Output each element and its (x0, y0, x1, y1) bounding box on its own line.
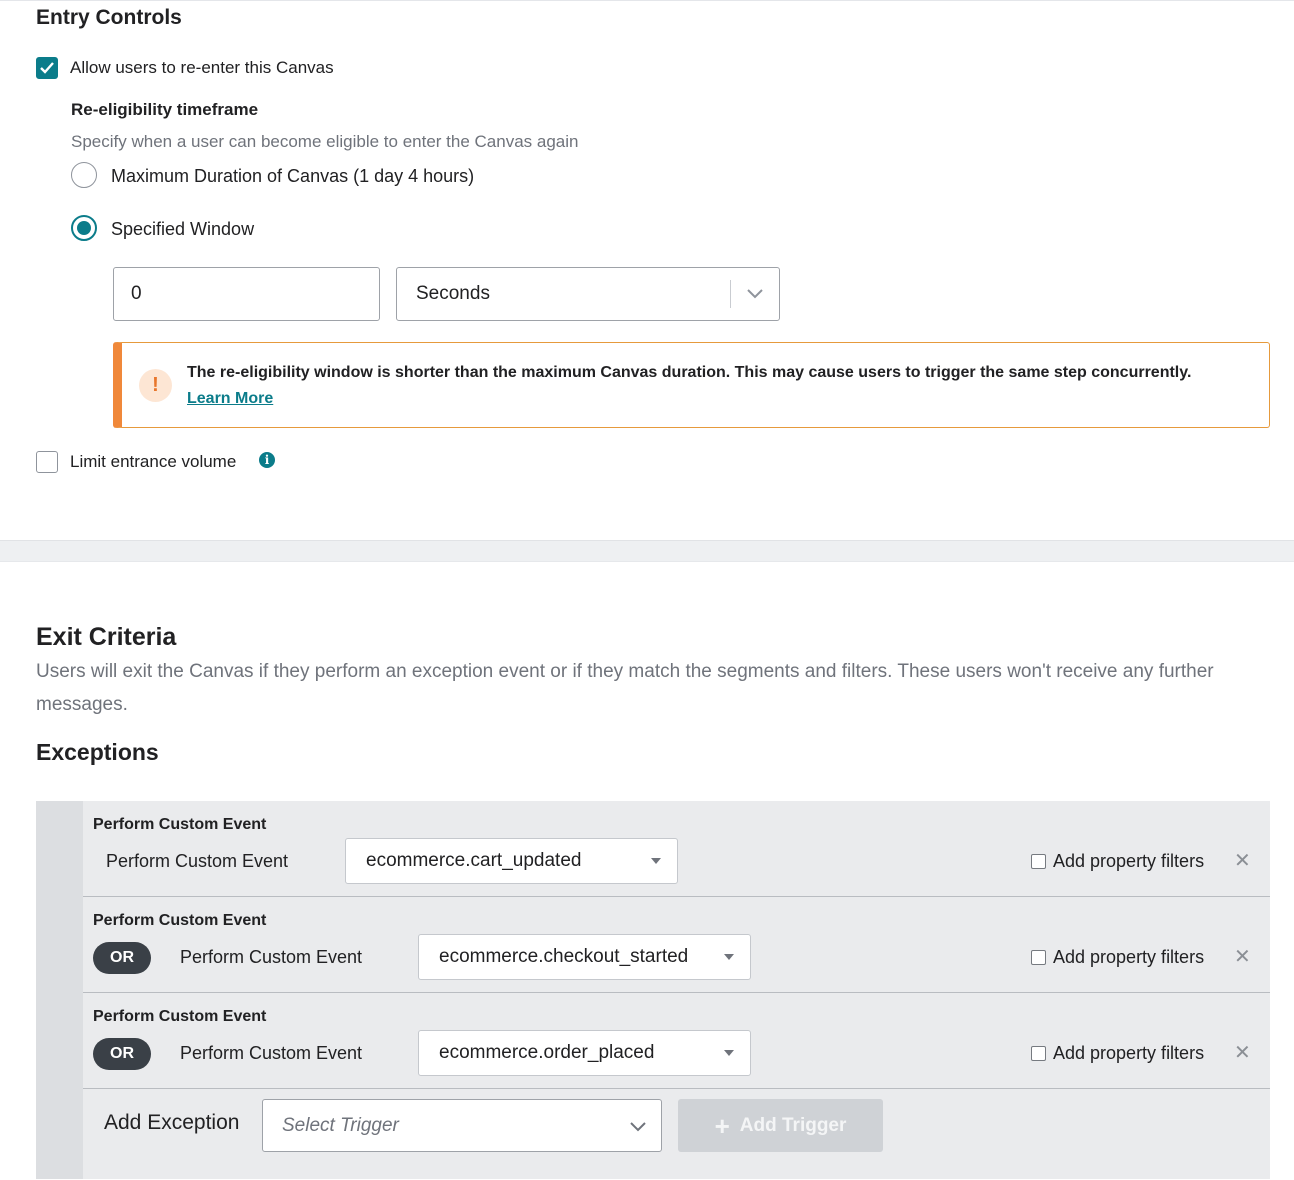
chevron-down-icon[interactable] (731, 289, 779, 299)
exception-heading: Perform Custom Event (93, 816, 267, 833)
property-filters-label: Add property filters (1053, 1043, 1205, 1063)
property-filters-label: Add property filters (1053, 947, 1205, 967)
add-trigger-button[interactable]: + Add Trigger (678, 1099, 883, 1152)
exception-label: Perform Custom Event (180, 1043, 363, 1063)
add-property-filters[interactable]: Add property filters (1031, 851, 1204, 872)
exception-row: Perform Custom Event OR Perform Custom E… (83, 897, 1270, 993)
add-exception-row: Add Exception Select Trigger + Add Trigg… (83, 1089, 1270, 1179)
exception-heading: Perform Custom Event (93, 912, 267, 929)
select-trigger-dropdown[interactable]: Select Trigger (262, 1099, 662, 1152)
event-select[interactable]: ecommerce.order_placed (418, 1030, 751, 1076)
caret-down-icon (724, 1050, 734, 1056)
radio-specified-window-label[interactable]: Specified Window (111, 219, 254, 240)
property-filters-checkbox[interactable] (1031, 1046, 1046, 1061)
remove-exception-icon[interactable]: ✕ (1234, 851, 1251, 871)
limit-volume-checkbox[interactable] (36, 451, 58, 473)
select-trigger-placeholder: Select Trigger (282, 1114, 399, 1136)
property-filters-checkbox[interactable] (1031, 854, 1046, 869)
radio-max-duration[interactable] (71, 162, 97, 188)
exception-heading: Perform Custom Event (93, 1008, 267, 1025)
event-select-value: ecommerce.order_placed (439, 1042, 655, 1063)
caret-down-icon (651, 858, 661, 864)
plus-icon: + (714, 1110, 730, 1141)
exception-label: Perform Custom Event (180, 947, 363, 967)
exception-row: Perform Custom Event OR Perform Custom E… (83, 993, 1270, 1089)
remove-exception-icon[interactable]: ✕ (1234, 1043, 1251, 1063)
limit-volume-label[interactable]: Limit entrance volume (70, 452, 236, 472)
reeligibility-hint: Specify when a user can become eligible … (71, 132, 579, 151)
radio-specified-window[interactable] (71, 215, 97, 241)
caret-down-icon (724, 954, 734, 960)
warning-icon: ! (139, 369, 172, 402)
allow-reenter-label[interactable]: Allow users to re-enter this Canvas (70, 58, 334, 78)
warning-text: The re-eligibility window is shorter tha… (187, 364, 1192, 381)
property-filters-checkbox[interactable] (1031, 950, 1046, 965)
exit-criteria-description: Users will exit the Canvas if they perfo… (36, 661, 1214, 715)
add-trigger-label: Add Trigger (739, 1114, 847, 1136)
learn-more-link[interactable]: Learn More (187, 390, 273, 408)
event-select[interactable]: ecommerce.cart_updated (345, 838, 678, 884)
event-select-value: ecommerce.cart_updated (366, 850, 582, 871)
add-property-filters[interactable]: Add property filters (1031, 1043, 1204, 1064)
window-unit-select[interactable]: Seconds (396, 267, 780, 321)
window-value-input[interactable]: 0 (113, 267, 380, 321)
exception-label: Perform Custom Event (106, 851, 289, 871)
window-value-text: 0 (131, 283, 142, 304)
info-icon[interactable]: i (259, 452, 275, 468)
or-connector-badge: OR (93, 942, 151, 974)
remove-exception-icon[interactable]: ✕ (1234, 947, 1251, 967)
property-filters-label: Add property filters (1053, 851, 1205, 871)
add-exception-label: Add Exception (104, 1111, 240, 1134)
reeligibility-warning: ! The re-eligibility window is shorter t… (113, 342, 1270, 428)
entry-controls-title: Entry Controls (36, 6, 182, 29)
exit-criteria-title: Exit Criteria (36, 623, 177, 651)
or-connector-badge: OR (93, 1038, 151, 1070)
chevron-down-icon (629, 1116, 647, 1142)
add-property-filters[interactable]: Add property filters (1031, 947, 1204, 968)
exceptions-title: Exceptions (36, 739, 159, 765)
exceptions-list: Perform Custom Event Perform Custom Even… (83, 801, 1270, 1179)
reeligibility-title: Re-eligibility timeframe (71, 100, 259, 119)
allow-reenter-checkbox[interactable] (36, 57, 58, 79)
checkmark-icon (40, 62, 54, 74)
radio-max-duration-label[interactable]: Maximum Duration of Canvas (1 day 4 hour… (111, 166, 474, 187)
exceptions-panel: Perform Custom Event Perform Custom Even… (36, 801, 1270, 1179)
event-select-value: ecommerce.checkout_started (439, 946, 689, 967)
exception-row: Perform Custom Event Perform Custom Even… (83, 801, 1270, 897)
window-unit-value: Seconds (416, 283, 490, 304)
top-divider (0, 0, 1294, 1)
section-divider (0, 540, 1294, 562)
event-select[interactable]: ecommerce.checkout_started (418, 934, 751, 980)
